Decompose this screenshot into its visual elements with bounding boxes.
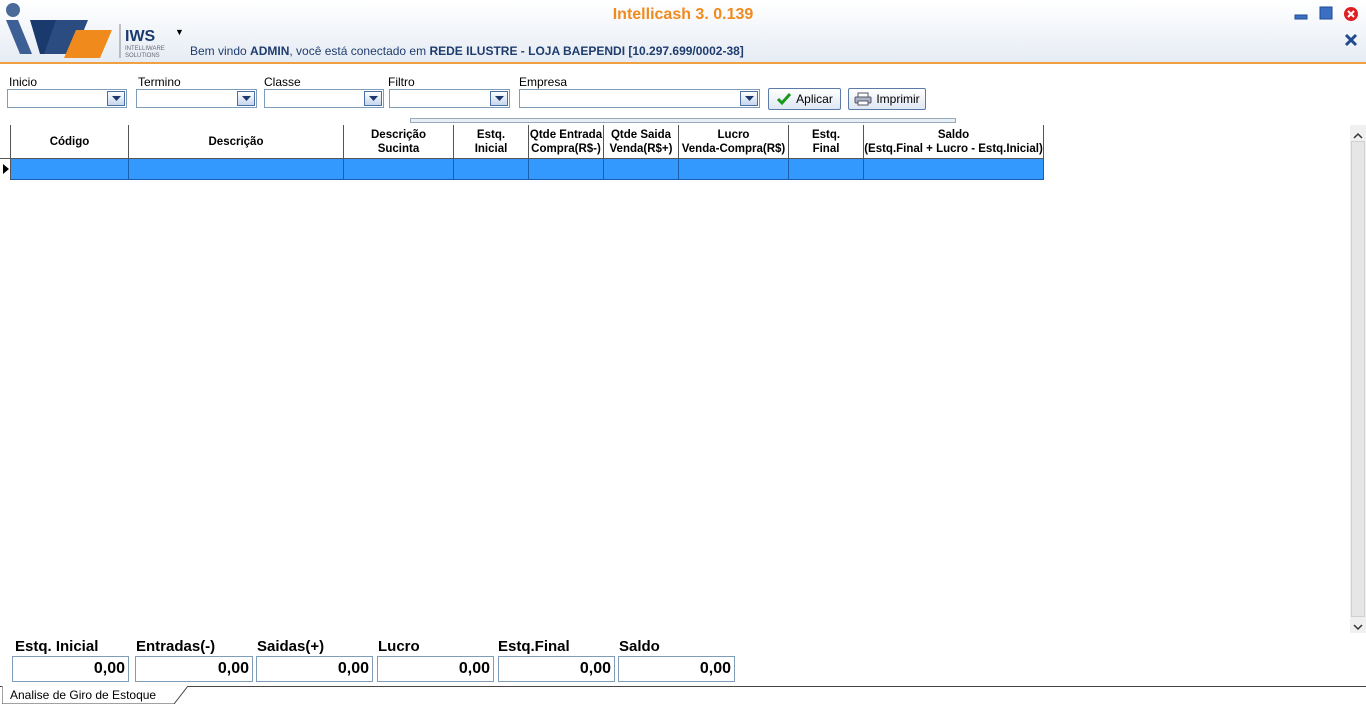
minimize-icon[interactable]	[1294, 6, 1308, 20]
logo-menu-arrow-icon[interactable]: ▼	[175, 27, 184, 37]
table-row[interactable]	[11, 159, 1044, 180]
inicio-label: Inicio	[9, 75, 38, 89]
close-tab-icon[interactable]	[1344, 33, 1358, 47]
saldo-total: 0,00	[618, 656, 735, 682]
cell-saldo[interactable]	[864, 159, 1044, 180]
termino-label: Termino	[138, 75, 181, 89]
inicio-date-combo[interactable]	[7, 89, 127, 108]
classe-combo[interactable]	[264, 89, 384, 108]
estq-final-total: 0,00	[498, 656, 615, 682]
entradas-total: 0,00	[135, 656, 253, 682]
aplicar-button[interactable]: Aplicar	[768, 88, 841, 110]
lucro-total-label: Lucro	[378, 638, 420, 655]
column-header-qtde-saida[interactable]: Qtde Saida Venda(R$+)	[604, 125, 679, 159]
maximize-icon[interactable]	[1319, 6, 1333, 20]
cell-estq-final[interactable]	[789, 159, 864, 180]
vertical-scrollbar[interactable]	[1350, 125, 1366, 633]
column-header-codigo[interactable]: Código	[11, 125, 129, 159]
scrollbar-thumb[interactable]	[1351, 141, 1365, 617]
column-header-estq-inicial[interactable]: Estq. Inicial	[454, 125, 529, 159]
logo-text: IWS	[125, 28, 156, 45]
current-row-arrow-icon	[3, 164, 9, 174]
chevron-down-icon[interactable]	[364, 91, 382, 106]
filtro-label: Filtro	[388, 75, 415, 89]
printer-icon	[854, 92, 872, 106]
logo-subtext-1: INTELLIWARE	[125, 46, 165, 52]
scroll-up-icon[interactable]	[1353, 129, 1363, 139]
connection-location: REDE ILUSTRE - LOJA BAEPENDI [10.297.699…	[429, 44, 744, 58]
checkmark-icon	[777, 93, 792, 106]
filter-panel-splitter[interactable]	[410, 118, 956, 123]
logo-subtext-2: SOLUTIONS	[125, 53, 160, 59]
data-grid[interactable]	[0, 125, 1350, 633]
welcome-message: Bem vindo ADMIN, você está conectado em …	[190, 44, 744, 58]
estq-final-total-label: Estq.Final	[498, 638, 570, 655]
saidas-total: 0,00	[256, 656, 373, 682]
empresa-label: Empresa	[519, 75, 568, 89]
tab-label[interactable]: Analise de Giro de Estoque	[10, 688, 156, 702]
scroll-down-icon[interactable]	[1353, 620, 1363, 631]
imprimir-button[interactable]: Imprimir	[848, 88, 926, 110]
filtro-combo[interactable]	[389, 89, 510, 108]
column-header-qtde-entrada[interactable]: Qtde Entrada Compra(R$-)	[529, 125, 604, 159]
cell-estq-inicial[interactable]	[454, 159, 529, 180]
cell-lucro[interactable]	[679, 159, 789, 180]
saldo-total-label: Saldo	[619, 638, 660, 655]
column-header-estq-final[interactable]: Estq. Final	[789, 125, 864, 159]
row-indicator[interactable]	[0, 159, 11, 180]
estq-inicial-total: 0,00	[12, 656, 129, 682]
cell-qtde-entrada[interactable]	[529, 159, 604, 180]
saidas-total-label: Saidas(+)	[257, 638, 325, 655]
column-header-descricao[interactable]: Descrição	[129, 125, 344, 159]
chevron-down-icon[interactable]	[237, 91, 255, 106]
app-title: Intellicash 3. 0.139	[612, 6, 754, 23]
cell-codigo[interactable]	[11, 159, 129, 180]
entradas-total-label: Entradas(-)	[136, 638, 216, 655]
chevron-down-icon[interactable]	[107, 91, 125, 106]
column-header-descricao-sucinta[interactable]: Descrição Sucinta	[344, 125, 454, 159]
cell-qtde-saida[interactable]	[604, 159, 679, 180]
cell-descricao-sucinta[interactable]	[344, 159, 454, 180]
classe-label: Classe	[264, 75, 301, 89]
column-header-saldo[interactable]: Saldo (Estq.Final + Lucro - Estq.Inicial)	[864, 125, 1044, 159]
user-name: ADMIN	[250, 44, 290, 58]
cell-descricao[interactable]	[129, 159, 344, 180]
chevron-down-icon[interactable]	[740, 91, 758, 106]
lucro-total: 0,00	[377, 656, 494, 682]
estq-inicial-total-label: Estq. Inicial	[15, 638, 99, 655]
empresa-combo[interactable]	[519, 89, 760, 108]
grid-header-gutter	[0, 125, 11, 159]
grid-header: Código Descrição Descrição Sucinta Estq. I…	[11, 125, 1044, 159]
title-bar: IWS INTELLIWARE SOLUTIONS ▼ Intellicash …	[0, 0, 1366, 64]
column-header-lucro[interactable]: Lucro Venda-Compra(R$)	[679, 125, 789, 159]
close-window-icon[interactable]	[1343, 6, 1358, 21]
chevron-down-icon[interactable]	[490, 91, 508, 106]
tab-strip-line	[0, 686, 1366, 687]
termino-date-combo[interactable]	[136, 89, 257, 108]
